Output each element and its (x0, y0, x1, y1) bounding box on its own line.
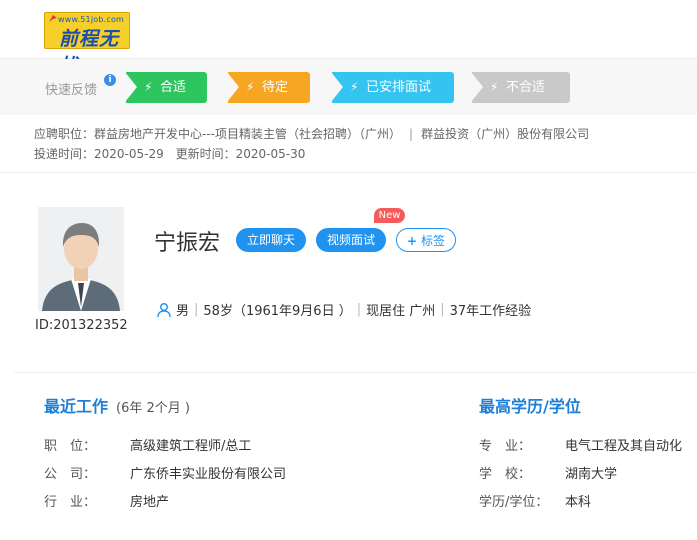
updated-value: 2020-05-30 (235, 147, 306, 161)
arrow-notch (227, 72, 239, 102)
default-avatar-icon (38, 207, 124, 311)
application-time-line: 投递时间：2020-05-29 更新时间：2020-05-30 (34, 145, 305, 162)
updated-label: 更新时间： (175, 147, 236, 161)
candidate-residence: 现居住 广州 (366, 304, 436, 319)
arrow-notch (125, 72, 137, 102)
edu-row-value: 电气工程及其自动化 (565, 439, 683, 454)
feedback-suitable-label: 合适 (160, 80, 187, 95)
logo-url-text: www.51job.com (58, 15, 125, 24)
education-title: 最高学历/学位 (479, 397, 581, 416)
work-row-label: 行 业： (44, 495, 97, 510)
divider: | (356, 302, 362, 317)
candidate-experience: 37年工作经验 (449, 304, 532, 319)
site-logo[interactable]: www.51job.com 前程无忧 (44, 12, 130, 77)
divider: | (440, 302, 445, 317)
candidate-id: ID:201322352 (35, 318, 128, 333)
arrow-notch (331, 72, 343, 102)
recent-work-title-text: 最近工作 (44, 397, 109, 416)
feedback-pending-button[interactable]: ⚡ 待定 (227, 72, 310, 103)
plus-icon: + (407, 234, 418, 248)
divider: | (194, 302, 199, 317)
work-row-value: 广东侨丰实业股份有限公司 (130, 467, 287, 482)
candidate-name: 宁振宏 (154, 231, 221, 256)
info-icon[interactable]: i (104, 74, 116, 86)
work-row-label: 职 位： (44, 439, 97, 454)
new-badge: New (374, 208, 405, 223)
feedback-interview-scheduled-button[interactable]: ⚡ 已安排面试 (331, 72, 454, 103)
edu-row-value: 本科 (565, 495, 592, 510)
add-tag-label: 标签 (420, 234, 445, 248)
candidate-age: 58岁（1961年9月6日 ） (203, 304, 352, 319)
edu-row-label: 学 校： (479, 467, 532, 482)
feedback-suitable-button[interactable]: ⚡ 合适 (125, 72, 207, 103)
edu-row-value: 湖南大学 (565, 467, 618, 482)
section-divider (14, 372, 697, 373)
avatar (38, 207, 124, 311)
application-position-line: 应聘职位：群益房地产开发中心---项目精装主管（社会招聘）（广州） | 群益投资（广… (34, 125, 589, 142)
lightning-icon: ⚡ (246, 80, 255, 94)
person-icon (157, 302, 171, 317)
candidate-gender: 男 (176, 304, 190, 319)
lightning-icon: ⚡ (350, 80, 359, 94)
quick-feedback-label: 快速反馈 (45, 83, 98, 98)
feedback-unsuitable-label: 不合适 (506, 80, 546, 95)
edu-row-label: 学历/学位： (479, 495, 549, 510)
work-row-value: 房地产 (130, 495, 170, 510)
recent-work-title: 最近工作 (6年 2个月 ) (44, 393, 190, 417)
add-tag-button[interactable]: + 标签 (396, 228, 456, 252)
delivered-value: 2020-05-29 (94, 147, 164, 161)
feedback-unsuitable-button[interactable]: ⚡ 不合适 (471, 72, 570, 103)
separator: | (409, 127, 414, 141)
work-duration: (6年 2个月 ) (116, 401, 190, 416)
work-row-value: 高级建筑工程师/总工 (130, 439, 252, 454)
edu-row-label: 专 业： (479, 439, 532, 454)
candidate-basic-info: 男 | 58岁（1961年9月6日 ） | 现居住 广州 | 37年工作经验 (156, 300, 531, 319)
position-label: 应聘职位： (34, 127, 95, 141)
company-value[interactable]: 群益投资（广州）股份有限公司 (421, 127, 589, 141)
position-value[interactable]: 群益房地产开发中心---项目精装主管（社会招聘）（广州） (94, 127, 401, 141)
work-row-label: 公 司： (44, 467, 97, 482)
lightning-icon: ⚡ (144, 80, 153, 94)
video-interview-button[interactable]: 视频面试 (316, 228, 386, 252)
delivered-label: 投递时间： (34, 147, 95, 161)
feedback-pending-label: 待定 (262, 80, 289, 95)
lightning-icon: ⚡ (490, 80, 499, 94)
logo-wing-icon (49, 15, 57, 22)
chat-now-button[interactable]: 立即聊天 (236, 228, 306, 252)
arrow-notch (471, 72, 483, 102)
feedback-interview-label: 已安排面试 (366, 80, 432, 95)
